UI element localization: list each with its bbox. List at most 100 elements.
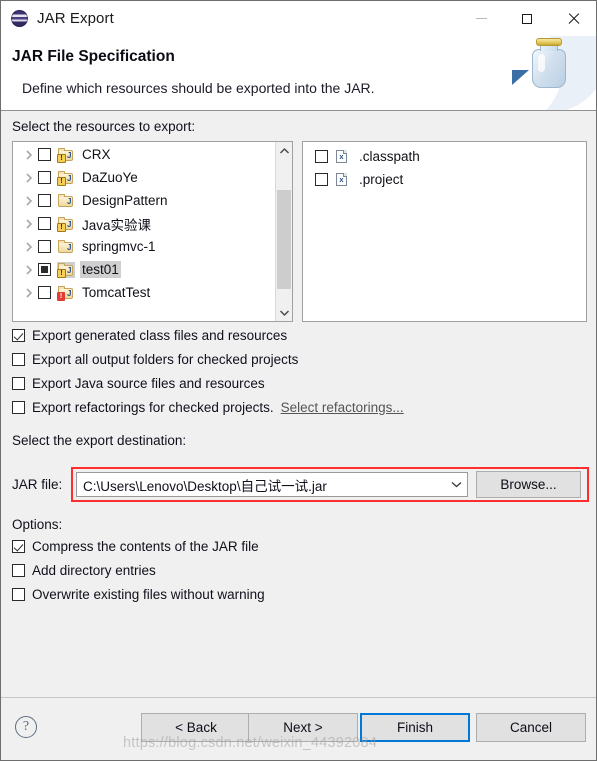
checkbox[interactable] <box>12 401 25 414</box>
project-folder-error-icon: J! <box>57 285 75 301</box>
dialog-body: Select the resources to export: J! CRX J… <box>1 111 596 697</box>
project-folder-warning-icon: J! <box>57 261 75 278</box>
project-folder-warning-icon: J! <box>57 147 75 163</box>
close-icon <box>567 12 580 25</box>
tree-row-label: TomcatTest <box>82 285 151 300</box>
option-label: Overwrite existing files without warning <box>32 587 265 602</box>
xml-file-icon: x <box>334 172 352 188</box>
tree-row[interactable]: J springmvc-1 <box>13 235 274 258</box>
tree-row[interactable]: J DesignPattern <box>13 189 274 212</box>
tree-row-label: DesignPattern <box>82 193 168 208</box>
checkbox[interactable] <box>12 329 25 342</box>
expand-arrow-icon[interactable] <box>21 287 38 298</box>
tree-checkbox[interactable] <box>38 263 51 276</box>
option-label: Export generated class files and resourc… <box>32 328 288 343</box>
tree-row[interactable]: J! test01 <box>13 258 274 281</box>
tree-row-label: test01 <box>80 261 121 278</box>
option-compress-contents[interactable]: Compress the contents of the JAR file <box>12 539 259 554</box>
tree-checkbox[interactable] <box>38 217 51 230</box>
dialog-footer: ? < Back Next > Finish Cancel <box>1 697 596 760</box>
option-add-directory-entries[interactable]: Add directory entries <box>12 563 156 578</box>
list-item[interactable]: x .project <box>307 168 586 191</box>
tree-checkbox[interactable] <box>38 194 51 207</box>
file-checkbox[interactable] <box>315 173 328 186</box>
file-checkbox[interactable] <box>315 150 328 163</box>
page-description: Define which resources should be exporte… <box>22 80 375 96</box>
tree-row-label: Java实验课 <box>82 217 152 233</box>
list-item[interactable]: x .classpath <box>307 145 586 168</box>
checkbox[interactable] <box>12 377 25 390</box>
next-button[interactable]: Next > <box>248 713 358 742</box>
tree-scrollbar[interactable] <box>275 142 292 321</box>
tree-row[interactable]: J! Java实验课 <box>13 212 274 235</box>
title-bar: JAR Export <box>1 1 596 36</box>
file-list[interactable]: x .classpath x .project <box>302 141 587 322</box>
destination-label: Select the export destination: <box>12 433 187 448</box>
blue-arrow-icon <box>512 70 529 85</box>
project-folder-icon: J <box>57 193 75 209</box>
scrollbar-thumb[interactable] <box>277 190 291 289</box>
tree-checkbox[interactable] <box>38 148 51 161</box>
browse-button[interactable]: Browse... <box>476 471 581 498</box>
option-export-generated-class-files[interactable]: Export generated class files and resourc… <box>12 328 287 343</box>
checkbox[interactable] <box>12 353 25 366</box>
expand-arrow-icon[interactable] <box>21 264 38 275</box>
resource-panes: J! CRX J! DaZuoYe J DesignPattern J ! Ja… <box>12 141 587 322</box>
checkbox[interactable] <box>12 564 25 577</box>
option-label: Export Java source files and resources <box>32 376 265 391</box>
jar-file-label: JAR file: <box>12 477 63 492</box>
close-button[interactable] <box>550 1 596 36</box>
maximize-icon <box>522 13 532 24</box>
option-export-all-output-folders[interactable]: Export all output folders for checked pr… <box>12 352 298 367</box>
tree-checkbox[interactable] <box>38 240 51 253</box>
option-export-refactorings[interactable]: Export refactorings for checked projects… <box>12 400 404 415</box>
xml-file-icon: x <box>334 149 352 165</box>
eclipse-icon <box>11 9 29 28</box>
cancel-button[interactable]: Cancel <box>476 713 586 742</box>
options-label: Options: <box>12 517 63 532</box>
jar-file-input[interactable]: C:\Users\Lenovo\Desktop\自己试一试.jar <box>77 475 445 495</box>
page-title: JAR File Specification <box>12 48 175 65</box>
option-label: Add directory entries <box>32 563 156 578</box>
tree-row[interactable]: J! DaZuoYe <box>13 166 274 189</box>
checkbox[interactable] <box>12 588 25 601</box>
tree-checkbox[interactable] <box>38 171 51 184</box>
project-folder-icon: J <box>57 239 75 255</box>
back-button[interactable]: < Back <box>141 713 251 742</box>
tree-row[interactable]: J! CRX <box>13 143 274 166</box>
expand-arrow-icon[interactable] <box>21 218 38 229</box>
scroll-down-button[interactable] <box>276 304 292 321</box>
tree-row-label: springmvc-1 <box>82 239 156 254</box>
expand-arrow-icon[interactable] <box>21 195 38 206</box>
tree-row-label: DaZuoYe <box>82 170 138 185</box>
option-overwrite-existing-files[interactable]: Overwrite existing files without warning <box>12 587 265 602</box>
tree-row[interactable]: J! TomcatTest <box>13 281 274 304</box>
maximize-button[interactable] <box>504 1 550 36</box>
jar-export-dialog: JAR Export JAR File Specification Define… <box>0 0 597 761</box>
help-question-icon[interactable]: ? <box>15 716 37 738</box>
file-label: .classpath <box>359 149 420 164</box>
resources-label: Select the resources to export: <box>12 119 196 134</box>
expand-arrow-icon[interactable] <box>21 149 38 160</box>
tree-checkbox[interactable] <box>38 286 51 299</box>
project-folder-warning-icon: J! <box>57 170 75 186</box>
chevron-down-icon[interactable] <box>445 481 467 488</box>
option-label: Compress the contents of the JAR file <box>32 539 259 554</box>
expand-arrow-icon[interactable] <box>21 172 38 183</box>
option-export-java-source-files[interactable]: Export Java source files and resources <box>12 376 265 391</box>
tree-row-label: CRX <box>82 147 111 162</box>
select-refactorings-link[interactable]: Select refactorings... <box>281 400 404 415</box>
scroll-up-button[interactable] <box>276 142 292 159</box>
minimize-button[interactable] <box>458 1 504 36</box>
project-tree[interactable]: J! CRX J! DaZuoYe J DesignPattern J ! Ja… <box>12 141 293 322</box>
finish-button[interactable]: Finish <box>360 713 470 742</box>
checkbox[interactable] <box>12 540 25 553</box>
file-label: .project <box>359 172 404 187</box>
page-header: JAR File Specification Define which reso… <box>1 36 596 111</box>
expand-arrow-icon[interactable] <box>21 241 38 252</box>
option-label: Export refactorings for checked projects… <box>32 400 274 415</box>
window-controls <box>458 1 596 36</box>
minimize-icon <box>475 18 487 19</box>
jar-file-combo[interactable]: C:\Users\Lenovo\Desktop\自己试一试.jar <box>76 472 468 497</box>
project-folder-warning-icon: J! <box>57 216 75 232</box>
